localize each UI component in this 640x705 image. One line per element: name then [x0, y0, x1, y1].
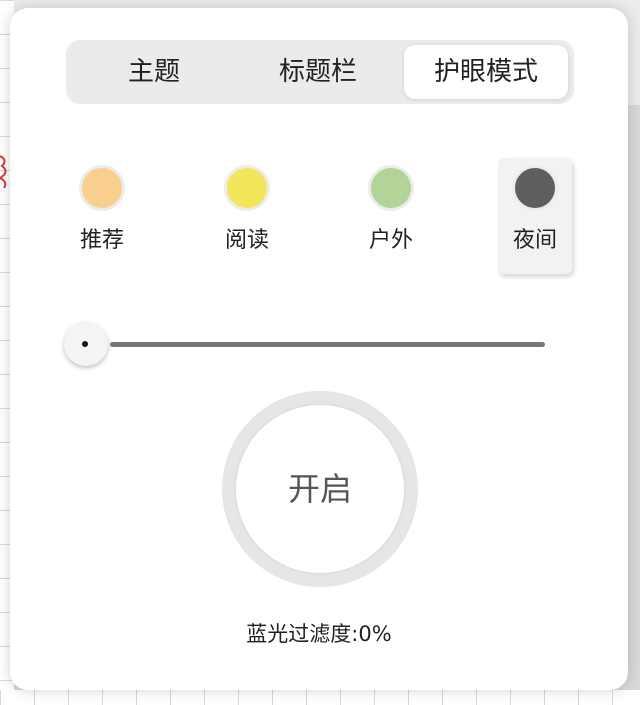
filter-value: 0%: [358, 622, 392, 646]
tab-bar: 主题 标题栏 护眼模式: [66, 40, 574, 104]
enable-button[interactable]: 开启: [222, 391, 418, 587]
mode-outdoor[interactable]: 户外: [354, 158, 428, 274]
color-swatch: [512, 165, 558, 211]
blue-light-slider-track[interactable]: [110, 342, 545, 347]
mode-label: 夜间: [512, 228, 557, 253]
blue-light-filter-text: 蓝光过滤度:0%: [10, 618, 628, 648]
mode-label: 户外: [368, 228, 413, 253]
tab-eye-care[interactable]: 护眼模式: [404, 45, 568, 99]
mode-reading[interactable]: 阅读: [210, 158, 284, 274]
tab-theme[interactable]: 主题: [72, 45, 236, 99]
color-swatch: [224, 165, 270, 211]
blue-light-slider-thumb[interactable]: [64, 322, 108, 366]
mode-recommended[interactable]: 推荐: [65, 158, 139, 274]
mode-night[interactable]: 夜间: [498, 158, 572, 274]
background-grid: [0, 690, 640, 705]
color-swatch: [368, 165, 414, 211]
mode-label: 阅读: [224, 228, 269, 253]
filter-label: 蓝光过滤度:: [246, 622, 359, 646]
eye-care-panel: 主题 标题栏 护眼模式 推荐 阅读 户外 夜间 开启 蓝光过滤度:0%: [10, 8, 628, 690]
tab-title-bar[interactable]: 标题栏: [236, 45, 400, 99]
slider-dot: [82, 341, 88, 347]
mode-label: 推荐: [79, 228, 124, 253]
enable-button-label: 开启: [236, 405, 404, 573]
color-swatch: [79, 165, 125, 211]
